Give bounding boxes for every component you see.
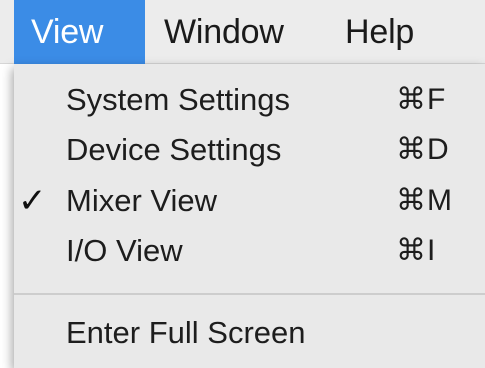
menu-item-shortcut: ⌘F: [396, 83, 447, 116]
checkmark-icon: ✓: [18, 182, 47, 220]
menu-item-shortcut: ⌘I: [396, 234, 437, 267]
menu-separator: [14, 293, 485, 295]
menu-item-io-view[interactable]: I/O View ⌘I: [14, 225, 485, 277]
menu-window[interactable]: Window: [164, 0, 284, 64]
menu-help[interactable]: Help: [345, 0, 414, 64]
menu-bar: View Window Help: [0, 0, 485, 64]
menu-item-label: Enter Full Screen: [66, 315, 306, 350]
menu-item-label: I/O View: [66, 233, 183, 268]
view-menu-dropdown: System Settings ⌘F Device Settings ⌘D ✓ …: [14, 64, 485, 368]
menu-view[interactable]: View: [14, 0, 145, 64]
menu-item-label: System Settings: [66, 82, 290, 117]
menu-item-shortcut: ⌘D: [396, 133, 450, 166]
menu-item-shortcut: ⌘M: [396, 184, 453, 217]
menu-item-system-settings[interactable]: System Settings ⌘F: [14, 74, 485, 126]
menu-item-mixer-view[interactable]: ✓ Mixer View ⌘M: [14, 175, 485, 227]
menu-item-label: Device Settings: [66, 132, 282, 167]
menu-item-label: Mixer View: [66, 183, 218, 218]
menu-item-device-settings[interactable]: Device Settings ⌘D: [14, 124, 485, 176]
menu-item-enter-full-screen[interactable]: Enter Full Screen: [14, 307, 485, 359]
